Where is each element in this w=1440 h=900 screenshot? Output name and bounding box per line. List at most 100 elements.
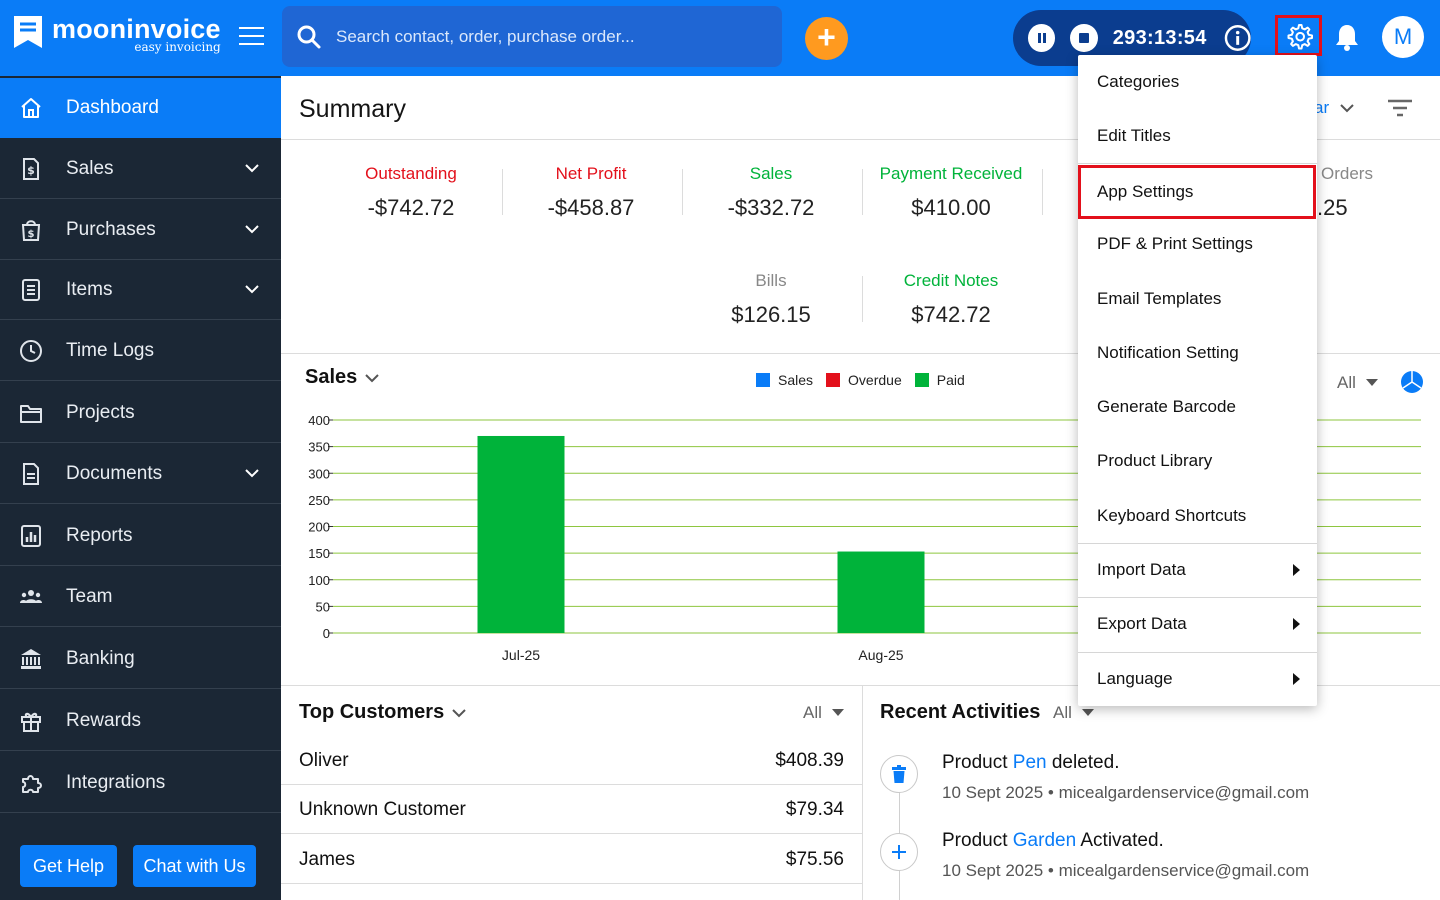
search-bar: [282, 6, 782, 67]
stat-label: Sales: [749, 164, 793, 183]
sidebar-item-sales[interactable]: $ Sales: [0, 139, 281, 199]
menu-item-language[interactable]: Language: [1078, 652, 1317, 706]
pause-icon[interactable]: [1028, 24, 1056, 52]
bank-icon: [21, 648, 41, 669]
chart-legend: Sales Overdue Paid: [756, 372, 978, 388]
customer-amount: $75.56: [785, 848, 844, 870]
y-tick-label: 250: [308, 493, 330, 508]
app-logo[interactable]: mooninvoice easy invoicing: [12, 14, 221, 54]
sales-filter-dropdown[interactable]: All: [1337, 373, 1378, 393]
menu-item-label: PDF & Print Settings: [1097, 234, 1253, 253]
sidebar-item-label: Time Logs: [66, 339, 154, 361]
customer-row[interactable]: James $75.56: [299, 835, 844, 884]
search-icon[interactable]: [296, 24, 322, 50]
legend-swatch: [756, 373, 770, 387]
chevron-down-icon: [1340, 104, 1354, 113]
stat-net-profit[interactable]: Net Profit -$458.87: [501, 164, 681, 221]
menu-item-export-data[interactable]: Export Data: [1078, 597, 1317, 651]
bar-paid: [477, 435, 565, 633]
get-help-button[interactable]: Get Help: [20, 845, 117, 887]
stat-orders-label: Orders: [1321, 164, 1373, 183]
sidebar-item-rewards[interactable]: Rewards: [0, 691, 281, 751]
sidebar-item-label: Projects: [66, 401, 135, 423]
sidebar-item-reports[interactable]: Reports: [0, 506, 281, 566]
sidebar-item-time-logs[interactable]: Time Logs: [0, 321, 281, 381]
chat-with-us-button[interactable]: Chat with Us: [133, 845, 256, 887]
document-icon: [23, 462, 39, 485]
sales-title-label: Sales: [305, 366, 358, 388]
period-dropdown[interactable]: ar: [1314, 98, 1354, 118]
info-icon[interactable]: [1224, 24, 1251, 52]
pie-chart-icon[interactable]: [1400, 370, 1424, 394]
sidebar-item-banking[interactable]: Banking: [0, 629, 281, 689]
activity-link[interactable]: Garden: [1013, 830, 1076, 851]
stat-value: -$742.72: [367, 195, 455, 220]
add-new-button[interactable]: +: [805, 17, 848, 60]
activity-icon-badge: [880, 833, 918, 871]
menu-item-product-library[interactable]: Product Library: [1078, 434, 1317, 488]
activity-email: micealgardenservice@gmail.com: [1058, 783, 1310, 802]
top-customers-filter[interactable]: All: [803, 703, 844, 723]
sidebar-item-documents[interactable]: Documents: [0, 444, 281, 504]
sidebar-item-projects[interactable]: Projects: [0, 383, 281, 443]
sales-chart-title[interactable]: Sales: [305, 366, 379, 389]
recent-activities-filter[interactable]: All: [1053, 703, 1094, 723]
stat-outstanding[interactable]: Outstanding -$742.72: [321, 164, 501, 221]
menu-item-import-data[interactable]: Import Data: [1078, 543, 1317, 597]
top-customers-title[interactable]: Top Customers: [299, 701, 466, 724]
filter-icon[interactable]: [1387, 98, 1413, 118]
divider: [862, 685, 863, 900]
legend-item-sales: Sales: [756, 372, 813, 388]
customer-name: Unknown Customer: [299, 798, 466, 820]
stat-value: $410.00: [911, 195, 991, 220]
activity-email: micealgardenservice@gmail.com: [1058, 861, 1310, 880]
timer-value: 293:13:54: [1112, 26, 1207, 49]
sidebar-item-team[interactable]: Team: [0, 567, 281, 627]
stat-label: Outstanding: [365, 164, 457, 183]
menu-item-categories[interactable]: Categories: [1078, 55, 1317, 109]
activity-meta: 10 Sept 2025 • micealgardenservice@gmail…: [942, 861, 1310, 880]
sidebar-item-integrations[interactable]: Integrations: [0, 753, 281, 813]
activity-text: Product: [942, 752, 1013, 773]
sidebar: Dashboard $ Sales $ Purchases Items Time…: [0, 76, 281, 900]
settings-button[interactable]: [1275, 15, 1322, 56]
stat-label: Bills: [755, 271, 787, 290]
menu-item-pdf-print-settings[interactable]: PDF & Print Settings: [1078, 217, 1317, 271]
sidebar-item-items[interactable]: Items: [0, 260, 281, 320]
stat-payment-received[interactable]: Payment Received $410.00: [861, 164, 1041, 221]
menu-toggle-icon[interactable]: [239, 27, 264, 47]
stop-icon[interactable]: [1070, 24, 1098, 52]
recent-activities-label: Recent Activities: [880, 701, 1041, 723]
dollar-doc-icon: $: [23, 157, 39, 180]
sidebar-item-dashboard[interactable]: Dashboard: [0, 78, 281, 138]
clock-icon: [20, 339, 42, 362]
sidebar-item-label: Reports: [66, 524, 133, 546]
recent-activities-title: Recent Activities: [880, 701, 1040, 724]
y-tick-label: 400: [308, 413, 330, 428]
user-avatar[interactable]: M: [1382, 16, 1424, 58]
legend-item-overdue: Overdue: [826, 372, 902, 388]
menu-item-email-templates[interactable]: Email Templates: [1078, 272, 1317, 326]
sidebar-item-label: Dashboard: [66, 97, 159, 118]
stat-credit-notes[interactable]: Credit Notes $742.72: [861, 271, 1041, 328]
menu-item-edit-titles[interactable]: Edit Titles: [1078, 109, 1317, 163]
menu-item-keyboard-shortcuts[interactable]: Keyboard Shortcuts: [1078, 489, 1317, 543]
menu-item-app-settings[interactable]: App Settings: [1078, 165, 1316, 219]
activity-link[interactable]: Pen: [1013, 752, 1047, 773]
bell-icon[interactable]: [1334, 22, 1360, 52]
menu-item-notification-setting[interactable]: Notification Setting: [1078, 326, 1317, 380]
folder-icon: [20, 404, 42, 423]
stat-label: Payment Received: [879, 164, 1023, 183]
sales-filter-label: All: [1337, 373, 1356, 392]
stat-bills[interactable]: Bills $126.15: [681, 271, 861, 328]
stat-value: $742.72: [911, 302, 991, 327]
activity-icon-badge: [880, 755, 918, 793]
stat-sales[interactable]: Sales -$332.72: [681, 164, 861, 221]
customer-row[interactable]: Unknown Customer $79.34: [299, 785, 844, 834]
menu-item-label: Email Templates: [1097, 289, 1222, 308]
legend-swatch: [826, 373, 841, 387]
menu-item-generate-barcode[interactable]: Generate Barcode: [1078, 380, 1317, 434]
sidebar-item-purchases[interactable]: $ Purchases: [0, 200, 281, 260]
customer-row[interactable]: Oliver $408.39: [299, 736, 844, 785]
search-input[interactable]: [336, 26, 782, 47]
